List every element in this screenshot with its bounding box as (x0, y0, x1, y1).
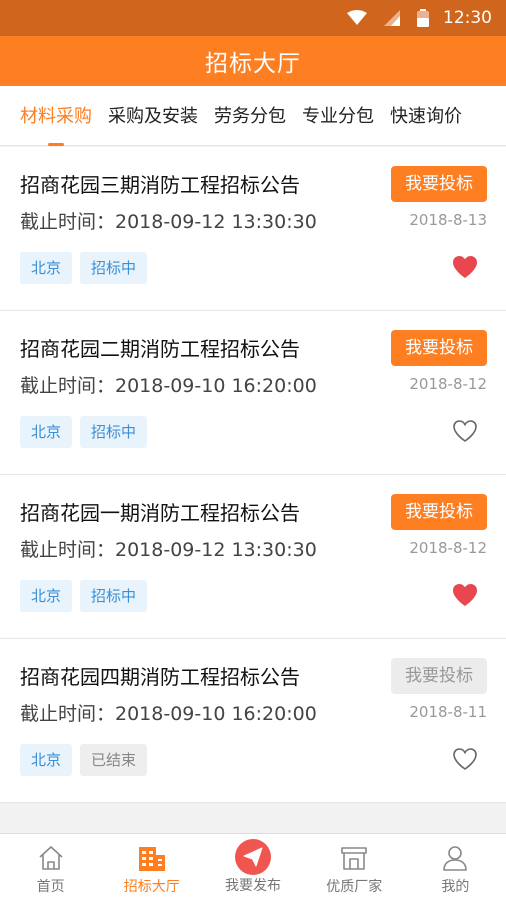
location-tag: 北京 (20, 252, 73, 284)
heart-outline-icon[interactable] (452, 747, 478, 771)
user-icon (440, 843, 470, 873)
tabbar-label: 优质厂家 (326, 879, 383, 895)
status-badge: 已结束 (80, 744, 148, 776)
tender-title: 招商花园三期消防工程招标公告 (20, 173, 300, 197)
tab-label: 采购及安装 (108, 105, 198, 127)
status-badge: 招标中 (80, 252, 148, 284)
signal-icon (383, 9, 401, 27)
app-header: 招标大厅 (0, 36, 506, 86)
bottom-tab-bar: 首页 招标大厅 我要发布 优质厂家 我的 (0, 833, 506, 900)
publish-date: 2018-8-13 (409, 211, 487, 229)
bid-button[interactable]: 我要投标 (391, 658, 487, 694)
tender-card[interactable]: 招商花园四期消防工程招标公告 截止时间：2018-09-10 16:20:00 … (0, 639, 506, 803)
tab-label: 劳务分包 (214, 105, 286, 127)
tab-label: 专业分包 (302, 105, 374, 127)
heart-filled-icon[interactable] (452, 255, 478, 279)
tender-card[interactable]: 招商花园三期消防工程招标公告 截止时间：2018-09-12 13:30:30 … (0, 147, 506, 311)
location-tag: 北京 (20, 744, 73, 776)
tab-purchase-install[interactable]: 采购及安装 (100, 86, 206, 146)
active-tab-indicator (48, 142, 64, 146)
clock: 12:30 (443, 8, 492, 28)
tender-list: 招商花园三期消防工程招标公告 截止时间：2018-09-12 13:30:30 … (0, 147, 506, 803)
tender-title: 招商花园二期消防工程招标公告 (20, 337, 300, 361)
bid-button[interactable]: 我要投标 (391, 494, 487, 530)
store-icon (339, 843, 369, 873)
publish-date: 2018-8-12 (409, 375, 487, 393)
tab-materials[interactable]: 材料采购 (12, 86, 100, 146)
tabbar-item-publish[interactable]: 我要发布 (202, 834, 303, 900)
tabbar-label: 首页 (36, 879, 65, 895)
bid-button[interactable]: 我要投标 (391, 330, 487, 366)
tabbar-label: 我的 (441, 879, 470, 895)
location-tag: 北京 (20, 416, 73, 448)
tender-deadline: 截止时间：2018-09-10 16:20:00 (20, 375, 317, 397)
tab-labor-subcontract[interactable]: 劳务分包 (206, 86, 294, 146)
status-badge: 招标中 (80, 580, 148, 612)
tabbar-label: 招标大厅 (123, 879, 180, 895)
tabbar-item-home[interactable]: 首页 (0, 834, 101, 900)
tab-label: 材料采购 (20, 105, 92, 127)
category-tabs: 材料采购 采购及安装 劳务分包 专业分包 快速询价 (0, 86, 506, 146)
paper-plane-icon (235, 839, 271, 875)
building-icon (137, 843, 167, 873)
tender-deadline: 截止时间：2018-09-12 13:30:30 (20, 539, 317, 561)
tender-card[interactable]: 招商花园一期消防工程招标公告 截止时间：2018-09-12 13:30:30 … (0, 475, 506, 639)
home-icon (36, 843, 66, 873)
heart-filled-icon[interactable] (452, 583, 478, 607)
tab-label: 快速询价 (390, 105, 462, 127)
tabbar-item-quality-suppliers[interactable]: 优质厂家 (304, 834, 405, 900)
heart-outline-icon[interactable] (452, 419, 478, 443)
bid-button[interactable]: 我要投标 (391, 166, 487, 202)
tab-professional-subcontract[interactable]: 专业分包 (294, 86, 382, 146)
wifi-icon (347, 10, 367, 26)
location-tag: 北京 (20, 580, 73, 612)
page-title: 招标大厅 (205, 51, 301, 77)
status-bar: 12:30 (0, 0, 506, 36)
battery-icon (417, 9, 429, 27)
tabbar-item-bidding-hall[interactable]: 招标大厅 (101, 834, 202, 900)
publish-date: 2018-8-11 (409, 703, 487, 721)
tender-title: 招商花园一期消防工程招标公告 (20, 501, 300, 525)
publish-date: 2018-8-12 (409, 539, 487, 557)
tabbar-item-mine[interactable]: 我的 (405, 834, 506, 900)
tender-deadline: 截止时间：2018-09-10 16:20:00 (20, 703, 317, 725)
tender-title: 招商花园四期消防工程招标公告 (20, 665, 300, 689)
tabbar-label: 我要发布 (225, 878, 281, 894)
tender-deadline: 截止时间：2018-09-12 13:30:30 (20, 211, 317, 233)
tender-card[interactable]: 招商花园二期消防工程招标公告 截止时间：2018-09-10 16:20:00 … (0, 311, 506, 475)
tab-quick-inquiry[interactable]: 快速询价 (382, 86, 470, 146)
status-badge: 招标中 (80, 416, 148, 448)
